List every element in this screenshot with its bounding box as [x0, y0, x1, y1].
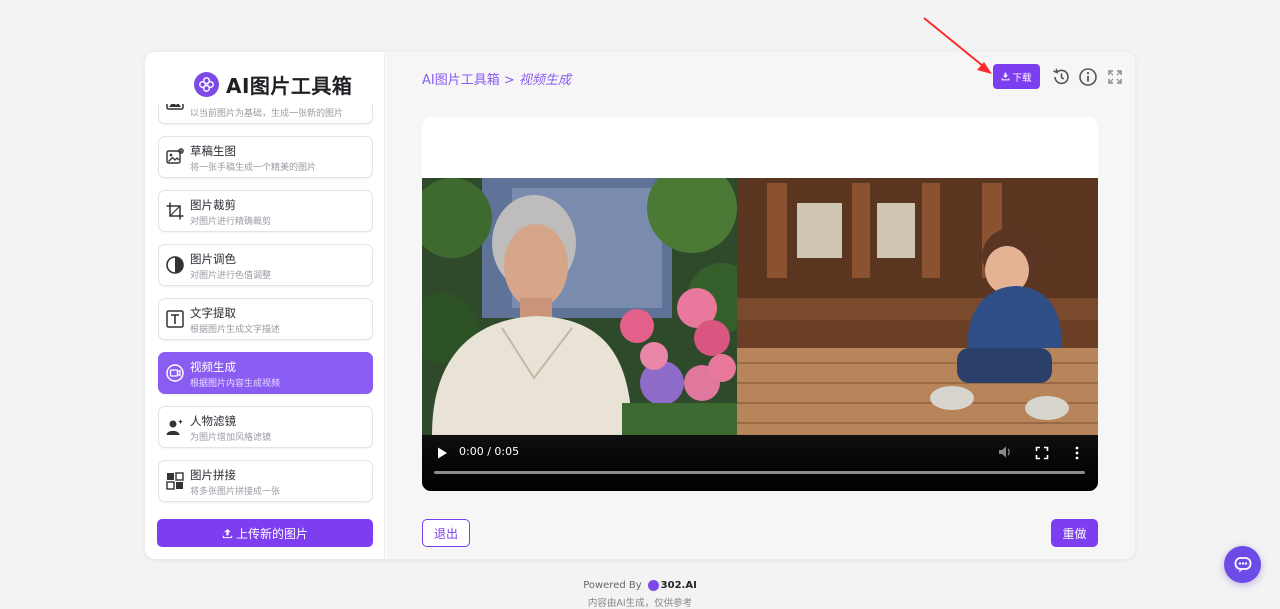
footer-brand-name: 302.AI: [660, 579, 697, 591]
play-icon[interactable]: [436, 445, 448, 464]
tool-name: 图片裁剪: [190, 198, 236, 212]
person-filter-icon: [165, 417, 185, 437]
chat-icon: [1234, 556, 1251, 572]
upload-label: 上传新的图片: [235, 526, 308, 541]
footer-brand[interactable]: 302.AI: [647, 579, 697, 591]
volume-icon[interactable]: [997, 444, 1013, 464]
tool-name: 图片调色: [190, 252, 236, 266]
tool-name: 人物滤镜: [190, 414, 236, 428]
tool-desc: 对图片进行色值调整: [190, 271, 272, 281]
video-fullscreen-icon[interactable]: [1035, 445, 1049, 464]
video-player[interactable]: 0:00 / 0:05: [422, 178, 1098, 491]
tool-name: 草稿生图: [190, 144, 236, 158]
fullscreen-icon[interactable]: [1107, 67, 1127, 87]
more-options-icon[interactable]: [1074, 445, 1080, 464]
tool-desc: 将一张手稿生成一个精美的图片: [190, 163, 317, 173]
video-time: 0:00 / 0:05: [459, 445, 520, 458]
powered-by-label: Powered By: [583, 579, 642, 591]
brand: AI图片工具箱: [194, 70, 352, 98]
history-icon[interactable]: [1051, 67, 1071, 87]
text-extract-icon: [165, 309, 185, 329]
tool-name: 图片拼接: [190, 468, 236, 482]
tool-desc: 将多张图片拼接成一张: [190, 487, 281, 497]
tool-list-scroll: 以当前图片为基础，生成一张新的图片 草稿生图 将一张手稿生成一个精美的图片 图片…: [158, 104, 373, 507]
tool-item-crop[interactable]: 图片裁剪 对图片进行精确裁剪: [158, 190, 373, 232]
exit-button[interactable]: 退出: [422, 519, 470, 547]
video-generate-icon: [165, 363, 185, 383]
main-panel: AI图片工具箱 > 视频生成 下载 0:00 / 0:05 退出 重做: [386, 52, 1135, 559]
contrast-icon: [165, 255, 185, 275]
footer: Powered By 302.AI 内容由AI生成，仅供参考: [0, 577, 1280, 609]
breadcrumb-current: 视频生成: [518, 73, 571, 88]
tool-item-image-to-image[interactable]: 以当前图片为基础，生成一张新的图片: [158, 104, 373, 124]
tool-item-sketch[interactable]: 草稿生图 将一张手稿生成一个精美的图片: [158, 136, 373, 178]
tool-desc: 以当前图片为基础，生成一张新的图片: [190, 109, 344, 119]
tool-desc: 根据图片内容生成视频: [190, 379, 281, 389]
app-logo-icon: [194, 71, 219, 97]
app-title: AI图片工具箱: [226, 73, 353, 98]
powered-by: Powered By 302.AI: [0, 577, 1280, 593]
redo-button[interactable]: 重做: [1051, 519, 1098, 547]
download-label: 下载: [1012, 72, 1032, 84]
download-icon: [1002, 72, 1010, 81]
breadcrumb-separator: >: [503, 73, 515, 88]
tool-item-color[interactable]: 图片调色 对图片进行色值调整: [158, 244, 373, 286]
info-icon[interactable]: [1078, 67, 1098, 87]
tool-desc: 对图片进行精确裁剪: [190, 217, 272, 227]
breadcrumb-root[interactable]: AI图片工具箱: [422, 73, 500, 88]
tool-desc: 为图片增加风格滤镜: [190, 433, 272, 443]
brand-logo-icon: [647, 579, 659, 591]
main-card: AI图片工具箱 以当前图片为基础，生成一张新的图片 草稿生图 将一张手稿生成一个…: [145, 52, 1135, 559]
collage-icon: [165, 471, 185, 491]
video-controls: 0:00 / 0:05: [422, 433, 1098, 491]
tool-list[interactable]: 以当前图片为基础，生成一张新的图片 草稿生图 将一张手稿生成一个精美的图片 图片…: [158, 104, 373, 507]
upload-new-image-button[interactable]: 上传新的图片: [157, 519, 373, 547]
tool-item-video-generate[interactable]: 视频生成 根据图片内容生成视频: [158, 352, 373, 394]
disclaimer: 内容由AI生成，仅供参考: [587, 598, 693, 609]
tool-item-person-filter[interactable]: 人物滤镜 为图片增加风格滤镜: [158, 406, 373, 448]
upload-icon: [222, 528, 233, 538]
video-panel: 0:00 / 0:05: [422, 117, 1098, 491]
tool-desc: 根据图片生成文字描述: [190, 325, 281, 335]
chat-button[interactable]: [1224, 546, 1261, 583]
download-button[interactable]: 下载: [993, 64, 1040, 89]
tool-item-collage[interactable]: 图片拼接 将多张图片拼接成一张: [158, 460, 373, 502]
image-icon: [165, 104, 185, 113]
video-progress-bar[interactable]: [434, 471, 1085, 474]
tool-item-text-extract[interactable]: 文字提取 根据图片生成文字描述: [158, 298, 373, 340]
sidebar: AI图片工具箱 以当前图片为基础，生成一张新的图片 草稿生图 将一张手稿生成一个…: [145, 52, 385, 559]
breadcrumb: AI图片工具箱 > 视频生成: [422, 69, 571, 88]
tool-name: 文字提取: [190, 306, 236, 320]
sketch-image-icon: [165, 147, 185, 167]
tool-name: 视频生成: [190, 360, 236, 374]
crop-icon: [165, 201, 185, 221]
